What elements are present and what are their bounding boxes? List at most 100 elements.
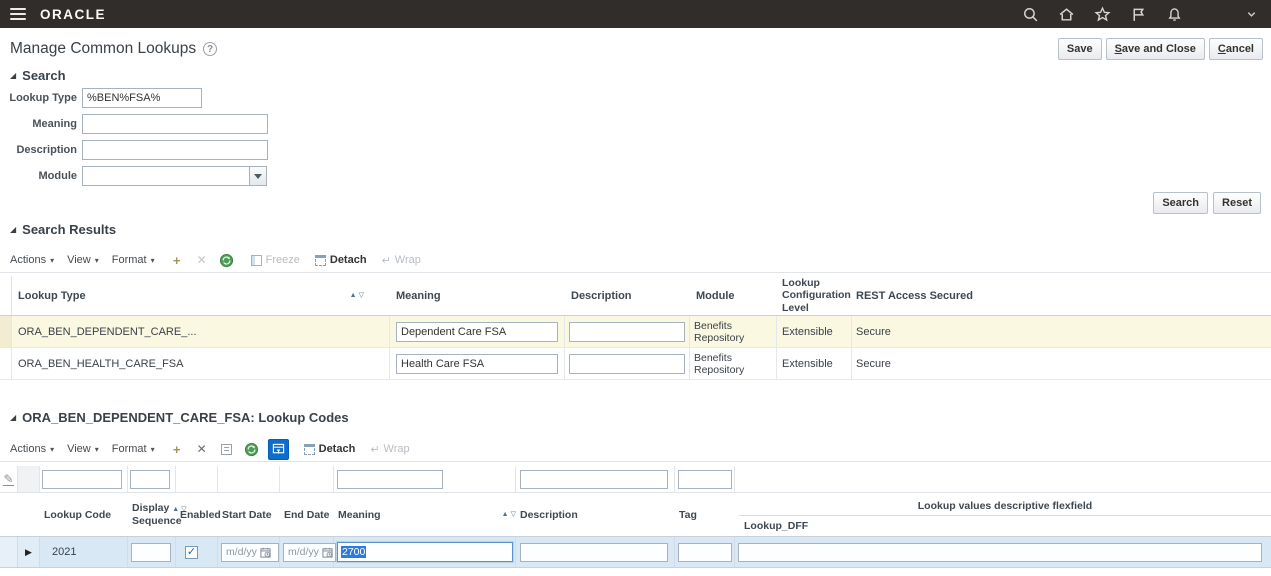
rest-cell: Secure — [852, 316, 1271, 347]
description-input[interactable] — [520, 543, 668, 562]
actions-menu[interactable]: Actions▾ — [10, 254, 54, 266]
format-menu[interactable]: Format▾ — [112, 254, 155, 266]
lookup-type-input[interactable] — [82, 88, 202, 108]
refresh-icon[interactable] — [218, 251, 236, 269]
module-dropdown-button[interactable] — [249, 166, 267, 186]
manage-common-lookups-page: ORACLE Manage Common Lookups ? Save Save… — [0, 0, 1271, 576]
lookup-type-label: Lookup Type — [5, 92, 77, 104]
reset-button[interactable]: Reset — [1213, 192, 1261, 214]
help-icon[interactable]: ? — [203, 42, 217, 56]
detach-icon — [304, 444, 315, 455]
bell-icon[interactable] — [1166, 6, 1183, 23]
query-by-example-toggle[interactable] — [268, 439, 289, 460]
table-row[interactable]: ORA_BEN_DEPENDENT_CARE_... Benefits Repo… — [0, 316, 1271, 348]
actions-menu[interactable]: Actions▾ — [10, 443, 54, 455]
caret-down-icon: ▾ — [95, 445, 99, 454]
add-row-icon[interactable]: + — [168, 440, 186, 458]
module-input[interactable] — [82, 166, 250, 186]
col-rest-access-secured: REST Access Secured — [852, 290, 1271, 302]
save-and-close-button[interactable]: Save and Close — [1106, 38, 1205, 60]
results-section-title: Search Results — [22, 222, 116, 237]
grid-icon[interactable] — [218, 440, 236, 458]
meaning-label: Meaning — [5, 118, 77, 130]
global-header-icons — [1022, 0, 1183, 28]
chevron-down-icon[interactable] — [1246, 9, 1257, 23]
row-header-cell[interactable] — [0, 348, 12, 379]
col-lookup-code: Lookup Code — [40, 509, 128, 521]
oracle-logo: ORACLE — [40, 7, 106, 22]
flexfield-group-label: Lookup values descriptive flexfield — [739, 497, 1271, 515]
caret-down-icon: ▾ — [151, 256, 155, 265]
row-header-cell[interactable] — [0, 316, 12, 347]
format-menu[interactable]: Format▾ — [112, 443, 155, 455]
filter-description-input[interactable] — [520, 470, 668, 489]
filter-meaning-input[interactable] — [337, 470, 443, 489]
detach-button[interactable]: Detach — [315, 254, 367, 266]
table-row[interactable]: ORA_BEN_HEALTH_CARE_FSA Benefits Reposit… — [0, 348, 1271, 380]
calendar-icon[interactable] — [322, 547, 333, 558]
lookup-dff-input[interactable] — [738, 543, 1262, 562]
wrap-button: ↵Wrap — [370, 443, 409, 456]
results-section-collapse-icon[interactable]: ◢ — [10, 226, 16, 234]
flag-icon[interactable] — [1130, 6, 1147, 23]
search-button[interactable]: Search — [1153, 192, 1208, 214]
description-label: Description — [5, 144, 77, 156]
display-sequence-input[interactable] — [131, 543, 171, 562]
row-header-cell — [18, 466, 40, 492]
meaning-input-focused[interactable]: 2700 — [337, 542, 513, 562]
filter-tag-input[interactable] — [678, 470, 732, 489]
caret-down-icon: ▾ — [50, 445, 54, 454]
freeze-button: Freeze — [251, 254, 300, 266]
sort-icons[interactable]: ▲▽ — [350, 292, 364, 299]
tag-input[interactable] — [678, 543, 732, 562]
col-start-date: Start Date — [218, 509, 280, 521]
delete-row-icon[interactable]: ✕ — [193, 440, 211, 458]
end-date-field[interactable] — [283, 543, 336, 562]
module-select[interactable] — [82, 166, 267, 186]
module-cell: Benefits Repository — [690, 316, 777, 347]
star-icon[interactable] — [1094, 6, 1111, 23]
codes-section-collapse-icon[interactable]: ◢ — [10, 414, 16, 422]
refresh-icon[interactable] — [243, 440, 261, 458]
col-description: Description — [516, 509, 675, 521]
description-input[interactable] — [82, 140, 268, 160]
col-display-sequence: Display ▲▽ Sequence — [128, 502, 176, 527]
wrap-icon: ↵ — [382, 254, 391, 267]
calendar-icon[interactable] — [260, 547, 271, 558]
search-section-collapse-icon[interactable]: ◢ — [10, 72, 16, 80]
meaning-cell-input[interactable] — [396, 322, 558, 342]
detach-button[interactable]: Detach — [304, 443, 356, 455]
menu-icon[interactable] — [10, 8, 26, 20]
enabled-checkbox[interactable]: ✓ — [185, 546, 198, 559]
start-date-input[interactable] — [222, 546, 260, 558]
cancel-button[interactable]: Cancel — [1209, 38, 1263, 60]
save-button[interactable]: Save — [1058, 38, 1102, 60]
selected-text: 2700 — [341, 546, 366, 558]
col-lookup-dff: Lookup_DFF — [739, 516, 1271, 532]
view-menu[interactable]: View▾ — [67, 443, 99, 455]
table-row[interactable]: ▶ 2021 ✓ 2700 — [0, 537, 1271, 568]
home-icon[interactable] — [1058, 6, 1075, 23]
search-icon[interactable] — [1022, 6, 1039, 23]
col-flexfield-group: Lookup values descriptive flexfield Look… — [735, 493, 1271, 536]
sort-icons[interactable]: ▲▽ — [502, 511, 516, 518]
global-header: ORACLE — [0, 0, 1271, 28]
add-row-icon[interactable]: + — [168, 251, 186, 269]
meaning-input[interactable] — [82, 114, 268, 134]
caret-down-icon: ▾ — [151, 445, 155, 454]
meaning-cell-input[interactable] — [396, 354, 558, 374]
caret-down-icon: ▾ — [50, 256, 54, 265]
start-date-field[interactable] — [221, 543, 279, 562]
end-date-input[interactable] — [284, 546, 322, 558]
expand-row-icon[interactable]: ▶ — [25, 547, 32, 558]
view-menu[interactable]: View▾ — [67, 254, 99, 266]
level-cell: Extensible — [777, 348, 852, 379]
description-cell-input[interactable] — [569, 322, 685, 342]
search-form: Lookup Type Meaning Description Module — [5, 88, 268, 192]
filter-lookup-code-input[interactable] — [42, 470, 122, 489]
description-cell-input[interactable] — [569, 354, 685, 374]
pencil-icon: ✎ — [3, 473, 13, 486]
filter-display-sequence-input[interactable] — [130, 470, 170, 489]
lookup-type-cell: ORA_BEN_DEPENDENT_CARE_... — [12, 316, 390, 347]
search-results-table: Lookup Type ▲▽ Meaning Description Modul… — [0, 276, 1271, 380]
